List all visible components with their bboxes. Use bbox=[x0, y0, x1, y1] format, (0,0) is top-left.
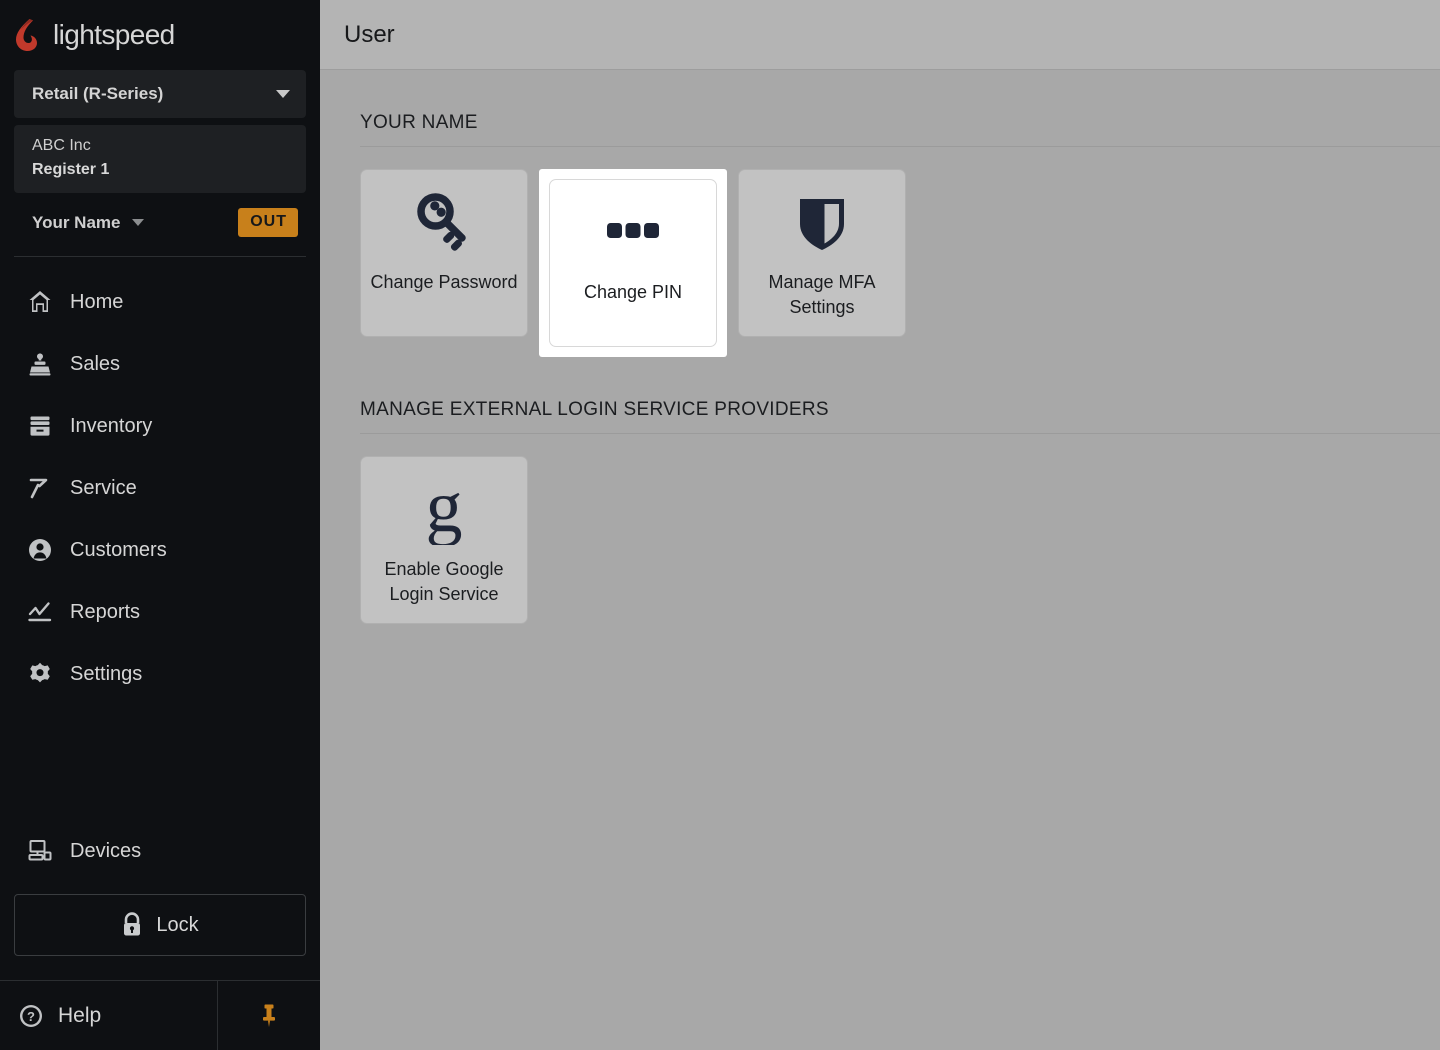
tile-label: Manage MFA Settings bbox=[768, 272, 876, 317]
svg-text:g: g bbox=[426, 469, 463, 545]
user-circle-icon bbox=[26, 536, 54, 564]
chart-line-icon bbox=[26, 598, 54, 626]
page-content: YOUR NAME Change Password Change PIN Man… bbox=[320, 70, 1440, 1050]
sidebar: lightspeed Retail (R-Series) ABC Inc Reg… bbox=[0, 0, 320, 1050]
tile-spacer bbox=[528, 169, 539, 357]
user-name-label: Your Name bbox=[32, 212, 121, 232]
tile-change-pin[interactable]: Change PIN bbox=[549, 179, 717, 347]
home-icon bbox=[26, 288, 54, 316]
tile-spacer bbox=[727, 169, 738, 357]
sidebar-item-label: Inventory bbox=[70, 414, 153, 437]
sidebar-nav: Home Sales Inventory Service Customers R… bbox=[0, 257, 320, 705]
lock-button[interactable]: Lock bbox=[14, 894, 306, 956]
shield-icon bbox=[739, 170, 905, 270]
section-external-login-providers: MANAGE EXTERNAL LOGIN SERVICE PROVIDERS … bbox=[320, 357, 1440, 624]
tile-label: Enable Google Login Service bbox=[384, 559, 504, 604]
sidebar-item-customers[interactable]: Customers bbox=[0, 519, 320, 581]
tile-group-login-providers: g Enable Google Login Service bbox=[360, 434, 1440, 624]
register-name: Register 1 bbox=[32, 161, 110, 178]
series-selector-value: Retail (R-Series) bbox=[32, 84, 164, 103]
sidebar-item-label: Home bbox=[70, 290, 124, 313]
tile-wrap-manage-mfa: Manage MFA Settings bbox=[738, 169, 906, 357]
sidebar-item-label: Devices bbox=[70, 839, 142, 862]
sidebar-item-service[interactable]: Service bbox=[0, 457, 320, 519]
sales-register-icon bbox=[26, 350, 54, 378]
tile-manage-mfa-settings[interactable]: Manage MFA Settings bbox=[738, 169, 906, 337]
tile-wrap-google-login: g Enable Google Login Service bbox=[360, 456, 528, 624]
user-menu[interactable]: Your Name OUT bbox=[14, 199, 306, 246]
pushpin-icon bbox=[258, 1002, 280, 1030]
hammer-wrench-icon bbox=[26, 474, 54, 502]
sidebar-item-label: Sales bbox=[70, 352, 121, 375]
lightspeed-flame-logo-icon bbox=[14, 18, 44, 52]
sidebar-top-panel: Retail (R-Series) ABC Inc Register 1 You… bbox=[0, 70, 320, 257]
tile-wrap-change-password: Change Password bbox=[360, 169, 528, 357]
sidebar-item-sales[interactable]: Sales bbox=[0, 333, 320, 395]
company-name: ABC Inc bbox=[32, 137, 91, 154]
tile-wrap-change-pin: Change PIN bbox=[539, 169, 727, 357]
tile-label: Change Password bbox=[370, 272, 518, 292]
page-title: User bbox=[344, 20, 395, 48]
brand-header: lightspeed bbox=[0, 0, 320, 70]
desktop-computer-icon bbox=[26, 837, 54, 865]
section-heading: YOUR NAME bbox=[360, 112, 478, 133]
series-selector[interactable]: Retail (R-Series) bbox=[14, 70, 306, 118]
help-button[interactable]: ? Help bbox=[0, 981, 218, 1050]
padlock-icon bbox=[121, 912, 143, 938]
tile-enable-google-login-service[interactable]: g Enable Google Login Service bbox=[360, 456, 528, 624]
skeleton-key-icon bbox=[361, 170, 527, 270]
pin-sidebar-button[interactable] bbox=[218, 981, 320, 1050]
google-g-icon: g bbox=[361, 457, 527, 557]
question-circle-icon: ? bbox=[18, 1003, 44, 1029]
three-dots-pin-icon bbox=[550, 180, 716, 280]
lock-button-label: Lock bbox=[156, 913, 199, 936]
sidebar-item-reports[interactable]: Reports bbox=[0, 581, 320, 643]
help-button-label: Help bbox=[58, 1003, 102, 1027]
chevron-down-icon bbox=[131, 219, 144, 226]
brand-name: lightspeed bbox=[53, 19, 175, 50]
sidebar-item-label: Service bbox=[70, 476, 137, 499]
sidebar-item-label: Customers bbox=[70, 538, 167, 561]
sidebar-item-devices[interactable]: Devices bbox=[0, 822, 320, 880]
sidebar-item-label: Settings bbox=[70, 662, 143, 685]
tile-change-password[interactable]: Change Password bbox=[360, 169, 528, 337]
svg-text:?: ? bbox=[27, 1009, 35, 1024]
sidebar-item-inventory[interactable]: Inventory bbox=[0, 395, 320, 457]
sidebar-item-settings[interactable]: Settings bbox=[0, 643, 320, 705]
tile-group-account-security: Change Password Change PIN Manage MFA Se… bbox=[360, 147, 1440, 357]
inventory-box-icon bbox=[26, 412, 54, 440]
clock-status-badge[interactable]: OUT bbox=[238, 208, 298, 237]
tile-label: Change PIN bbox=[583, 282, 683, 302]
section-heading: MANAGE EXTERNAL LOGIN SERVICE PROVIDERS bbox=[360, 399, 829, 420]
page-header: User bbox=[320, 0, 1440, 70]
main-area: User YOUR NAME Change Password Change PI… bbox=[320, 0, 1440, 1050]
section-your-name: YOUR NAME Change Password Change PIN Man… bbox=[320, 70, 1440, 357]
store-register-info: ABC Inc Register 1 bbox=[14, 125, 306, 193]
gear-icon bbox=[26, 660, 54, 688]
sidebar-item-label: Reports bbox=[70, 600, 141, 623]
sidebar-footer: ? Help bbox=[0, 980, 320, 1050]
sidebar-item-home[interactable]: Home bbox=[0, 271, 320, 333]
app-root: lightspeed Retail (R-Series) ABC Inc Reg… bbox=[0, 0, 1440, 1050]
chevron-down-icon bbox=[276, 90, 290, 98]
